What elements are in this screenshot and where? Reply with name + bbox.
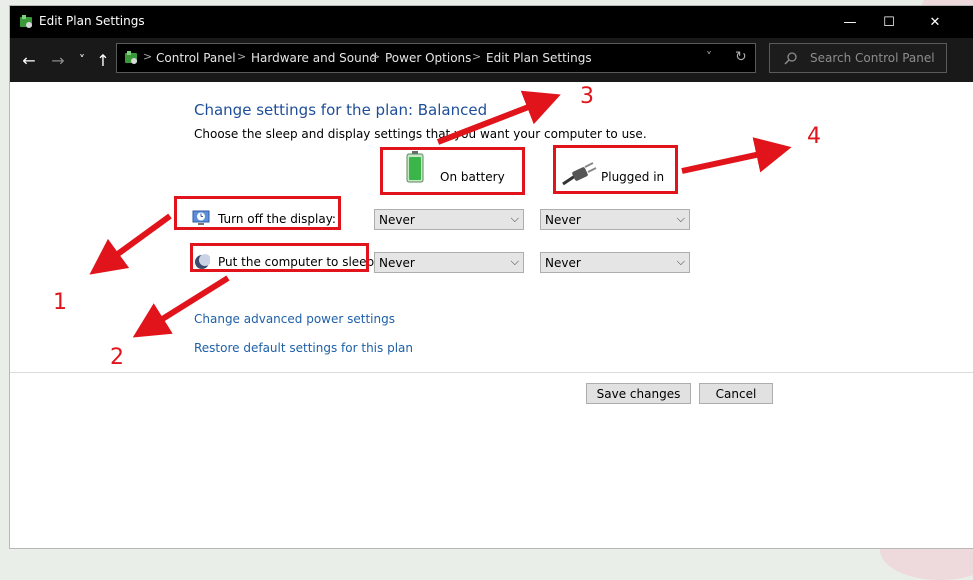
annotation-number-4: 4: [807, 124, 821, 149]
annotation-arrow-1: [89, 213, 172, 275]
annotation-number-1: 1: [53, 290, 67, 315]
annotation-arrow-4: [681, 137, 792, 174]
annotation-arrow-3: [436, 90, 561, 145]
annotation-arrows: [89, 90, 792, 338]
annotation-number-3: 3: [580, 84, 594, 109]
annotation-arrow-2: [132, 275, 230, 338]
annotation-number-2: 2: [110, 345, 124, 370]
